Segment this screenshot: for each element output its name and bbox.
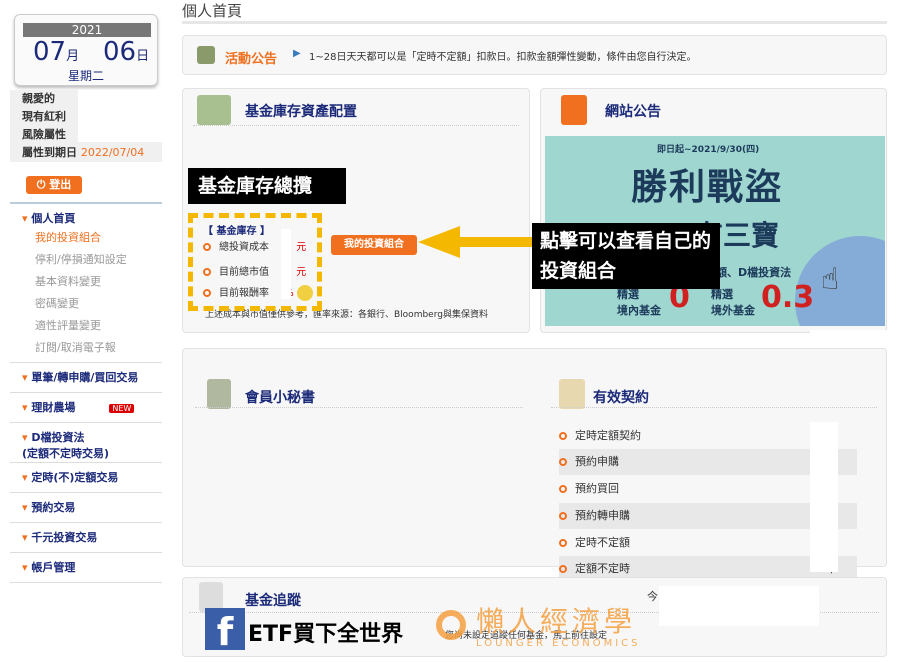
news-title: 網站公告 [605, 104, 661, 120]
calendar-weekday: 星期二 [67, 69, 104, 83]
announcement-text[interactable]: 1~28日天天都可以是「定時不定額」扣款日。扣款金額彈性變動，條件由您自行決定。 [309, 48, 696, 63]
menu-d-fund[interactable]: D檔投資法 (定額不定時交易) [22, 431, 109, 460]
menu-stop-alert[interactable]: 停利/停損通知設定 [22, 248, 162, 270]
fund-title: 基金庫存資產配置 [245, 104, 357, 120]
secretary-title: 會員小秘書 [245, 390, 315, 406]
calendar: 2021 07月 06日 星期二 [14, 14, 158, 86]
lounger-logo-icon [436, 610, 466, 640]
calendar-year: 2021 [23, 23, 151, 37]
menu-account[interactable]: 帳戶管理 [22, 561, 75, 574]
lounger-watermark-en: LOUNGER ECONOMICS [476, 638, 641, 649]
arrow-icon [418, 226, 534, 258]
annotation-label-click-portfolio: 點擊可以查看自己的投資組合 [532, 223, 720, 289]
menu-reserve[interactable]: 預約交易 [22, 501, 75, 514]
highlight-box [188, 213, 322, 311]
menu-regular[interactable]: 定時(不)定額交易 [22, 471, 118, 484]
news-panel: 網站公告 即日起~2021/9/30(四) 勝利戰盜 有三寶 定額、D檔投資法 … [540, 88, 887, 333]
menu-password[interactable]: 密碼變更 [22, 292, 162, 314]
sidebar: 2021 07月 06日 星期二 親愛的 現有紅利 風險屬性 屬性到期日 202… [10, 4, 162, 594]
expiry-date: 2022/07/04 [80, 146, 145, 159]
menu-thousand[interactable]: 千元投資交易 [22, 531, 97, 544]
user-info: 親愛的 現有紅利 風險屬性 屬性到期日 2022/07/04 [10, 90, 162, 162]
fb-watermark: ETF買下全世界 [248, 622, 404, 647]
sidebar-menu: 個人首頁 我的投資組合 停利/停損通知設定 基本資料變更 密碼變更 適性評量變更… [10, 202, 162, 583]
facebook-logo-icon: f [205, 608, 245, 654]
announcement-bar: 活動公告 ▶ 1~28日天天都可以是「定時不定額」扣款日。扣款金額彈性變動，條件… [182, 35, 887, 75]
menu-farm[interactable]: 理財農場 [22, 401, 75, 414]
news-icon [561, 95, 587, 125]
menu-single-trade[interactable]: 單筆/轉申購/買回交易 [22, 371, 138, 384]
logout-button[interactable]: ⏻ 登出 [26, 176, 82, 194]
page-title: 個人首頁 [182, 2, 243, 20]
menu-profile[interactable]: 基本資料變更 [22, 270, 162, 292]
play-icon: ▶ [293, 48, 301, 59]
new-badge: NEW [109, 404, 135, 413]
pda-icon [207, 379, 231, 409]
calendar-day: 06日 [103, 37, 150, 67]
today-label: 今 [647, 590, 658, 603]
hand-pointer-icon: ☝ [821, 262, 840, 297]
secretary-panel: 會員小秘書 有效契約 定時定額契約筆 預約申購筆 預約買回筆 預約轉申購筆 定時… [182, 348, 887, 578]
board-icon [197, 46, 215, 64]
annotation-label-fund-overview: 基金庫存總攬 [188, 168, 346, 204]
menu-home[interactable]: 個人首頁 [22, 210, 162, 226]
menu-assessment[interactable]: 適性評量變更 [22, 314, 162, 336]
lounger-watermark: 懶人經濟學 [476, 605, 637, 638]
menu-portfolio[interactable]: 我的投資組合 [22, 226, 162, 248]
calculator-icon [197, 95, 231, 125]
calendar-month: 07月 [33, 37, 80, 67]
announcement-label: 活動公告 [225, 52, 278, 67]
tracking-title: 基金追蹤 [245, 593, 301, 609]
expiry-row: 屬性到期日 2022/07/04 [22, 146, 145, 159]
my-portfolio-button[interactable]: 我的投資組合 [331, 235, 417, 255]
divider [182, 21, 887, 24]
menu-newsletter[interactable]: 訂閱/取消電子報 [22, 336, 162, 358]
